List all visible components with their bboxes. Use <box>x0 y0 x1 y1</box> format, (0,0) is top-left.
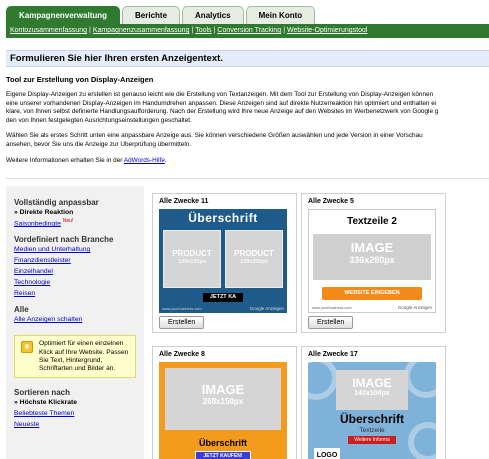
image-size: 140x104px <box>354 390 390 397</box>
ad-cta: WEBSITE EINGEBEN <box>322 287 422 300</box>
sidebar-link-finance[interactable]: Finanzdienstleister <box>14 255 136 266</box>
ad-cta: JETZT KAUFEN! <box>195 451 251 459</box>
sidebar-link-technology[interactable]: Technologie <box>14 277 136 288</box>
image-label: IMAGE <box>350 240 394 255</box>
tab-kampagnenverwaltung[interactable]: Kampagnenverwaltung <box>6 6 121 24</box>
tip-box: Optimiert für einen einzelnen Klick auf … <box>14 335 136 379</box>
image-placeholder: IMAGE 140x104px <box>336 370 408 410</box>
divider <box>6 178 489 179</box>
ad-headline: Textzeile 2 <box>347 216 397 227</box>
filter-sidebar: Vollständig anpassbar » Direkte Reaktion… <box>6 186 144 459</box>
product-image-placeholder: PRODUCT 130x150px <box>163 230 221 288</box>
image-label: IMAGE <box>352 376 392 390</box>
ad-logo: LOGO <box>314 448 340 459</box>
tab-analytics[interactable]: Analytics <box>182 6 244 24</box>
intro-line-1: Eigene Display-Anzeigen zu erstellen ist… <box>6 91 434 98</box>
product-label: PRODUCT <box>172 249 212 258</box>
new-badge: Neu! <box>62 218 74 224</box>
subnav-kampagnenzusammenfassung[interactable]: Kampagnenzusammenfassung <box>93 27 190 34</box>
ad-url: www.yourbusiness.com <box>162 307 202 311</box>
sidebar-item-direct-response: » Direkte Reaktion <box>14 209 74 216</box>
sub-navigation: Kontozusammenfassung | Kampagnenzusammenfa… <box>6 24 489 38</box>
sidebar-heading-customizable: Vollständig anpassbar <box>14 198 99 207</box>
ad-cta: JETZT KA <box>203 293 243 302</box>
more-info-prefix: Weitere Informationen erhalten Sie in de… <box>6 157 124 164</box>
ad-url: www.yourbusiness.com <box>312 306 352 310</box>
ad-brand: Google Anzeigen <box>397 305 432 310</box>
intro-line-4: den von Ihnen festgelegten Ausrichtungse… <box>6 116 192 124</box>
ad-headline: Überschrift <box>188 211 258 225</box>
sidebar-heading-sort: Sortieren nach <box>14 388 71 398</box>
image-placeholder: IMAGE 336x280px <box>313 234 431 280</box>
card-title: Alle Zwecke 17 <box>308 351 358 358</box>
image-placeholder: IMAGE 268x150px <box>165 368 281 430</box>
ad-preview[interactable]: Überschrift PRODUCT 130x150px PRODUCT 13… <box>159 209 287 313</box>
sidebar-heading-all: Alle <box>14 305 29 315</box>
adwords-help-link[interactable]: AdWords-Hilfe <box>124 157 165 164</box>
product-label: PRODUCT <box>234 249 274 258</box>
subnav-kontozusammenfassung[interactable]: Kontozusammenfassung <box>10 27 87 34</box>
sort-link-popular[interactable]: Beliebteste Themen <box>14 408 136 419</box>
more-info-text: Weitere Informationen erhalten Sie in de… <box>6 157 489 165</box>
lightbulb-icon <box>21 341 33 354</box>
image-size: 268x150px <box>202 397 244 406</box>
ad-headline: Überschrift <box>339 412 404 426</box>
intro-line-3: klare, von Ihnen selbst definierte Handl… <box>6 108 439 115</box>
choose-line-1: Wählen Sie als erstes Schritt unten eine… <box>6 132 423 139</box>
card-title: Alle Zwecke 8 <box>159 351 205 358</box>
image-size: 336x280px <box>349 255 395 265</box>
sort-current-highest-ctr: » Höchste Klickrate <box>14 399 78 407</box>
sidebar-link-all-ads[interactable]: Alle Anzeigen schalten <box>14 314 136 325</box>
subnav-website-optimierungstool[interactable]: Website-Optimierungstool <box>287 27 367 34</box>
page-title: Formulieren Sie hier Ihren ersten Anzeig… <box>10 53 223 64</box>
sidebar-link-media[interactable]: Medien und Unterhaltung <box>14 244 136 255</box>
ad-cta: Weitere Informa <box>348 436 396 444</box>
ad-preview[interactable]: Textzeile 2 IMAGE 336x280px WEBSITE EING… <box>308 209 436 313</box>
sort-link-newest[interactable]: Neueste <box>14 419 136 430</box>
template-card: Alle Zwecke 11 Überschrift PRODUCT 130x1… <box>152 193 297 333</box>
decorative-ring <box>404 362 436 398</box>
template-card: Alle Zwecke 5 Textzeile 2 IMAGE 336x280p… <box>301 193 446 333</box>
subnav-tools[interactable]: Tools <box>195 27 211 34</box>
page-title-bar: Formulieren Sie hier Ihren ersten Anzeig… <box>6 50 489 67</box>
image-label: IMAGE <box>201 382 245 397</box>
product-size: 130x150px <box>178 259 206 265</box>
sidebar-link-seasonal[interactable]: Saisonbedingte <box>14 220 61 227</box>
subnav-conversion-tracking[interactable]: Conversion Tracking <box>217 27 281 34</box>
product-image-placeholder: PRODUCT 130x150px <box>225 230 283 288</box>
more-info-suffix: . <box>164 157 167 164</box>
template-card: Alle Zwecke 8 IMAGE 268x150px Überschrif… <box>152 346 297 459</box>
choose-line-2: ansehen, bevor Sie uns die Anzeige zur Ü… <box>6 140 192 148</box>
tab-mein-konto[interactable]: Mein Konto <box>245 6 316 24</box>
ad-headline: Überschrift <box>198 438 247 448</box>
card-title: Alle Zwecke 5 <box>308 198 354 205</box>
create-button[interactable]: Erstellen <box>308 316 354 329</box>
section-title: Tool zur Erstellung von Display-Anzeigen <box>6 75 154 84</box>
sidebar-item-seasonal-row: Saisonbedingte Neu! <box>14 218 136 229</box>
create-button[interactable]: Erstellen <box>159 316 205 329</box>
sidebar-link-retail[interactable]: Einzelhandel <box>14 266 136 277</box>
sidebar-heading-industry: Vordefiniert nach Branche <box>14 235 114 245</box>
main-tabs: Kampagnenverwaltung Berichte Analytics M… <box>6 6 316 24</box>
product-size: 130x150px <box>240 259 268 265</box>
tip-text: Optimiert für einen einzelnen Klick auf … <box>39 340 129 372</box>
sidebar-link-travel[interactable]: Reisen <box>14 288 136 299</box>
ad-text-line: Textzeile <box>359 427 385 434</box>
tab-berichte[interactable]: Berichte <box>122 6 181 24</box>
card-title: Alle Zwecke 11 <box>159 198 209 205</box>
ad-preview[interactable]: IMAGE 268x150px Überschrift JETZT KAUFEN… <box>159 362 287 459</box>
intro-line-2: eine unserer vorhandenen Display-Anzeige… <box>6 99 437 107</box>
ad-preview[interactable]: IMAGE 140x104px Überschrift Textzeile We… <box>308 362 436 459</box>
ad-brand: Google Anzeigen <box>249 306 284 311</box>
template-card: Alle Zwecke 17 IMAGE 140x104px Überschri… <box>301 346 446 459</box>
decorative-ring <box>308 362 338 400</box>
